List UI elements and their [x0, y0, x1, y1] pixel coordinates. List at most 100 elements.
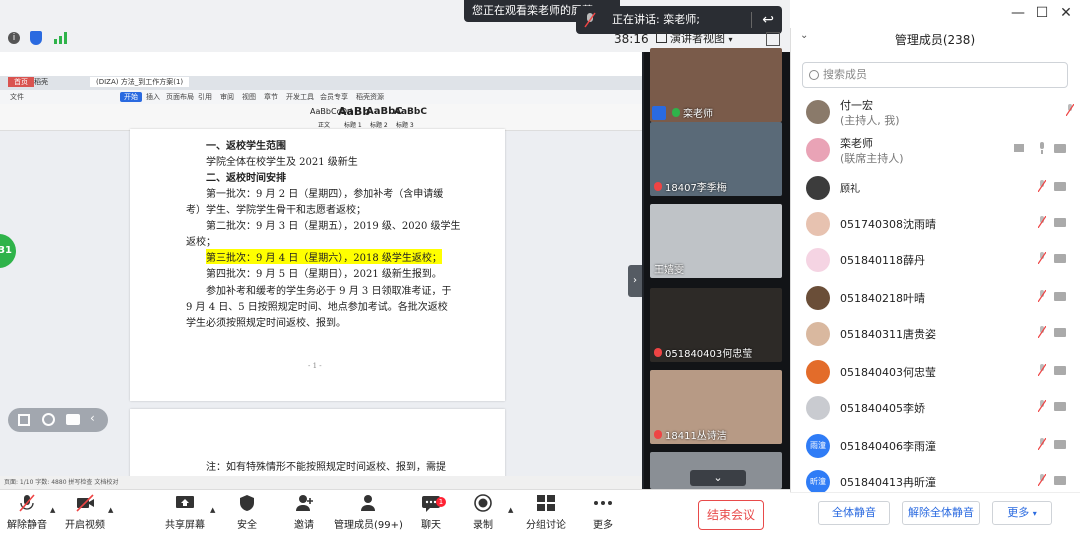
info-icon[interactable]: i: [8, 32, 20, 44]
camera-icon[interactable]: [1054, 254, 1066, 263]
menu-review[interactable]: 审阅: [220, 92, 234, 102]
menu-reference[interactable]: 引用: [198, 92, 212, 102]
chat-icon[interactable]: [66, 414, 80, 425]
video-tile[interactable]: 051840403何忠莹: [650, 288, 782, 362]
member-row[interactable]: 051740308沈雨晴: [800, 206, 1070, 242]
member-row[interactable]: 昕潼 051840413冉昕潼: [800, 464, 1070, 492]
camera-icon[interactable]: [1054, 476, 1066, 485]
manage-members-button[interactable]: 管理成员(99+): [334, 494, 403, 534]
breakout-button[interactable]: 分组讨论: [524, 494, 568, 534]
menu-dev[interactable]: 开发工具: [286, 92, 314, 102]
user-icon: [652, 106, 666, 120]
style-sample-h3[interactable]: AaBbC: [394, 107, 427, 117]
emoji-icon[interactable]: [42, 413, 55, 426]
member-name: 051840311唐贵姿: [840, 328, 936, 341]
menu-insert[interactable]: 插入: [146, 92, 160, 102]
member-row[interactable]: 付一宏 (主持人, 我): [800, 94, 1074, 130]
mic-muted-icon[interactable]: [1038, 252, 1046, 264]
member-name: 051840403何忠莹: [840, 366, 936, 379]
scroll-down-icon[interactable]: ⌄: [690, 470, 746, 486]
signal-icon[interactable]: [54, 32, 68, 44]
minimize-icon[interactable]: —: [1008, 4, 1028, 22]
unmute-all-button[interactable]: 解除全体静音: [902, 501, 980, 525]
security-label: 安全: [237, 520, 257, 531]
camera-icon[interactable]: [1054, 144, 1066, 153]
invite-button[interactable]: 邀请: [288, 494, 320, 534]
camera-icon[interactable]: [1054, 328, 1066, 337]
video-tile-name: 18411丛诗洁: [654, 427, 727, 442]
close-icon[interactable]: ✕: [1056, 4, 1076, 22]
menu-vip[interactable]: 会员专享: [320, 92, 348, 102]
collapse-video-icon[interactable]: ›: [628, 265, 642, 297]
member-name: 051840406李雨潼: [840, 440, 936, 453]
doc-line-13: 注：如有特殊情形不能按照规定时间返校、报到，需提: [206, 462, 446, 473]
menu-layout[interactable]: 页面布局: [166, 92, 194, 102]
mic-muted-icon[interactable]: [1038, 474, 1046, 486]
mic-muted-icon[interactable]: [1038, 180, 1046, 192]
chevron-up-icon[interactable]: ▲: [508, 506, 513, 514]
camera-icon[interactable]: [1054, 440, 1066, 449]
menu-home[interactable]: 开始: [120, 92, 142, 102]
mute-all-button[interactable]: 全体静音: [818, 501, 890, 525]
camera-icon[interactable]: [1054, 292, 1066, 301]
more-button[interactable]: 更多: [588, 494, 618, 534]
member-name: 051840218叶晴: [840, 292, 925, 305]
share-screen-button[interactable]: 共享屏幕: [164, 494, 206, 534]
mic-muted-icon[interactable]: [1038, 290, 1046, 302]
collapse-icon[interactable]: ‹: [90, 411, 95, 425]
mic-muted-icon[interactable]: [1038, 438, 1046, 450]
camera-icon[interactable]: [1054, 402, 1066, 411]
mic-icon[interactable]: [1038, 142, 1046, 154]
chevron-up-icon[interactable]: ▲: [210, 506, 215, 514]
doc-tab-file[interactable]: (DIZA) 方法_到工作方案(1): [90, 77, 190, 87]
member-row[interactable]: 051840311唐贵姿: [800, 316, 1070, 352]
doc-tab-daoke[interactable]: 稻壳: [34, 77, 48, 87]
member-row[interactable]: 雨潼 051840406李雨潼: [800, 428, 1070, 464]
start-video-button[interactable]: 开启视频: [64, 494, 106, 534]
member-row[interactable]: 051840405李娇: [800, 390, 1070, 426]
member-row[interactable]: 051840218叶晴: [800, 280, 1070, 316]
breakout-label: 分组讨论: [526, 520, 566, 531]
camera-icon[interactable]: [1054, 366, 1066, 375]
record-icon: [474, 494, 492, 512]
mic-muted-icon[interactable]: [1038, 364, 1046, 376]
member-row[interactable]: 051840403何忠莹: [800, 354, 1070, 390]
chevron-up-icon[interactable]: ▲: [108, 506, 113, 514]
security-button[interactable]: 安全: [228, 494, 266, 534]
video-tile[interactable]: 18407李季梅: [650, 122, 782, 196]
member-row[interactable]: 顾礼: [800, 170, 1070, 206]
shield-icon[interactable]: [30, 31, 42, 45]
mic-muted-icon[interactable]: [1038, 400, 1046, 412]
screen-share-icon: [1014, 144, 1024, 152]
avatar: 雨潼: [806, 434, 830, 458]
chevron-up-icon[interactable]: ▲: [50, 506, 55, 514]
mic-muted-icon[interactable]: [1038, 216, 1046, 228]
fullscreen-icon[interactable]: [766, 32, 780, 46]
start-video-label: 开启视频: [65, 520, 105, 531]
member-search-input[interactable]: 搜索成员: [802, 62, 1068, 88]
video-tile[interactable]: 18411丛诗洁: [650, 370, 782, 444]
menu-file[interactable]: 文件: [10, 92, 24, 102]
end-meeting-button[interactable]: 结束会议: [698, 500, 764, 530]
mic-muted-icon[interactable]: [1038, 326, 1046, 338]
maximize-icon[interactable]: ☐: [1032, 4, 1052, 22]
doc-tab-home[interactable]: 首页: [8, 77, 34, 87]
video-tile[interactable]: 王嫱雯: [650, 204, 782, 278]
video-tile[interactable]: 栾老师: [650, 48, 782, 122]
camera-icon[interactable]: [1054, 218, 1066, 227]
mic-muted-icon[interactable]: [1066, 104, 1074, 116]
camera-icon[interactable]: [1054, 182, 1066, 191]
member-row[interactable]: 051840118薛丹: [800, 242, 1070, 278]
unmute-button[interactable]: 解除静音: [6, 494, 48, 534]
floating-toolbar[interactable]: ‹: [8, 408, 108, 432]
view-switch-button[interactable]: 演讲者视图 ▾: [656, 30, 768, 48]
menu-view[interactable]: 视图: [242, 92, 256, 102]
grid-icon[interactable]: [18, 414, 30, 426]
record-button[interactable]: 录制: [468, 494, 498, 534]
menu-daoke[interactable]: 稻壳资源: [356, 92, 384, 102]
avatar: [806, 322, 830, 346]
more-members-button[interactable]: 更多 ▾: [992, 501, 1052, 525]
avatar: [806, 286, 830, 310]
menu-section[interactable]: 章节: [264, 92, 278, 102]
member-row[interactable]: 栾老师 (联席主持人): [800, 132, 1070, 168]
